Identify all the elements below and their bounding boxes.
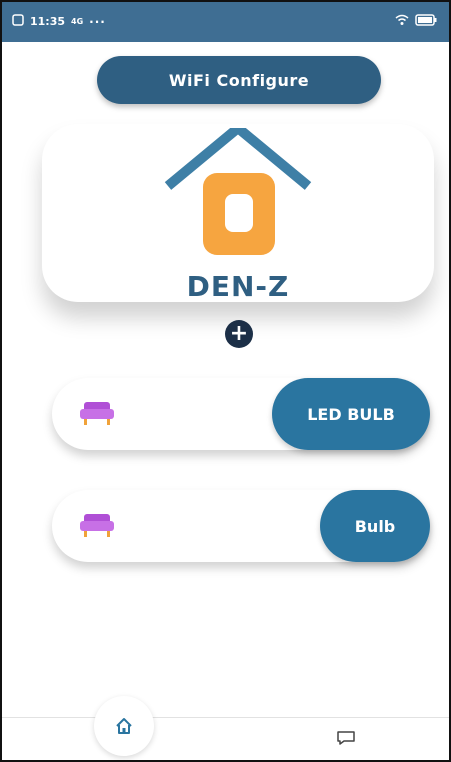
bulb-button[interactable]: Bulb — [320, 490, 430, 562]
status-right — [395, 14, 437, 29]
device-card-bulb[interactable]: Bulb — [52, 490, 430, 562]
led-bulb-button[interactable]: LED BULB — [272, 378, 430, 450]
wifi-icon — [395, 14, 409, 29]
status-bar: 11:35 4G ··· — [2, 2, 449, 42]
network-label: 4G — [71, 17, 84, 26]
device-card-led-bulb[interactable]: LED BULB — [52, 378, 430, 450]
status-left: 11:35 4G ··· — [12, 14, 106, 29]
add-device-button[interactable]: + — [225, 320, 253, 348]
chat-icon[interactable] — [336, 730, 356, 746]
home-icon — [116, 718, 132, 734]
status-more: ··· — [89, 14, 106, 29]
notification-icon — [12, 14, 24, 29]
status-time: 11:35 — [30, 15, 66, 28]
bottom-navigation — [2, 696, 449, 760]
battery-icon — [415, 14, 437, 29]
sofa-icon — [80, 514, 114, 537]
house-logo-icon — [164, 128, 312, 255]
nav-home-button[interactable] — [94, 696, 154, 756]
brand-logo-card: DEN-Z — [42, 124, 434, 303]
plus-icon: + — [229, 321, 249, 346]
wifi-configure-button[interactable]: WiFi Configure — [97, 56, 381, 104]
brand-name: DEN-Z — [186, 270, 290, 303]
sofa-icon — [80, 402, 114, 425]
phone-frame: 11:35 4G ··· WiFi Configure DEN-Z + LED … — [0, 0, 451, 762]
